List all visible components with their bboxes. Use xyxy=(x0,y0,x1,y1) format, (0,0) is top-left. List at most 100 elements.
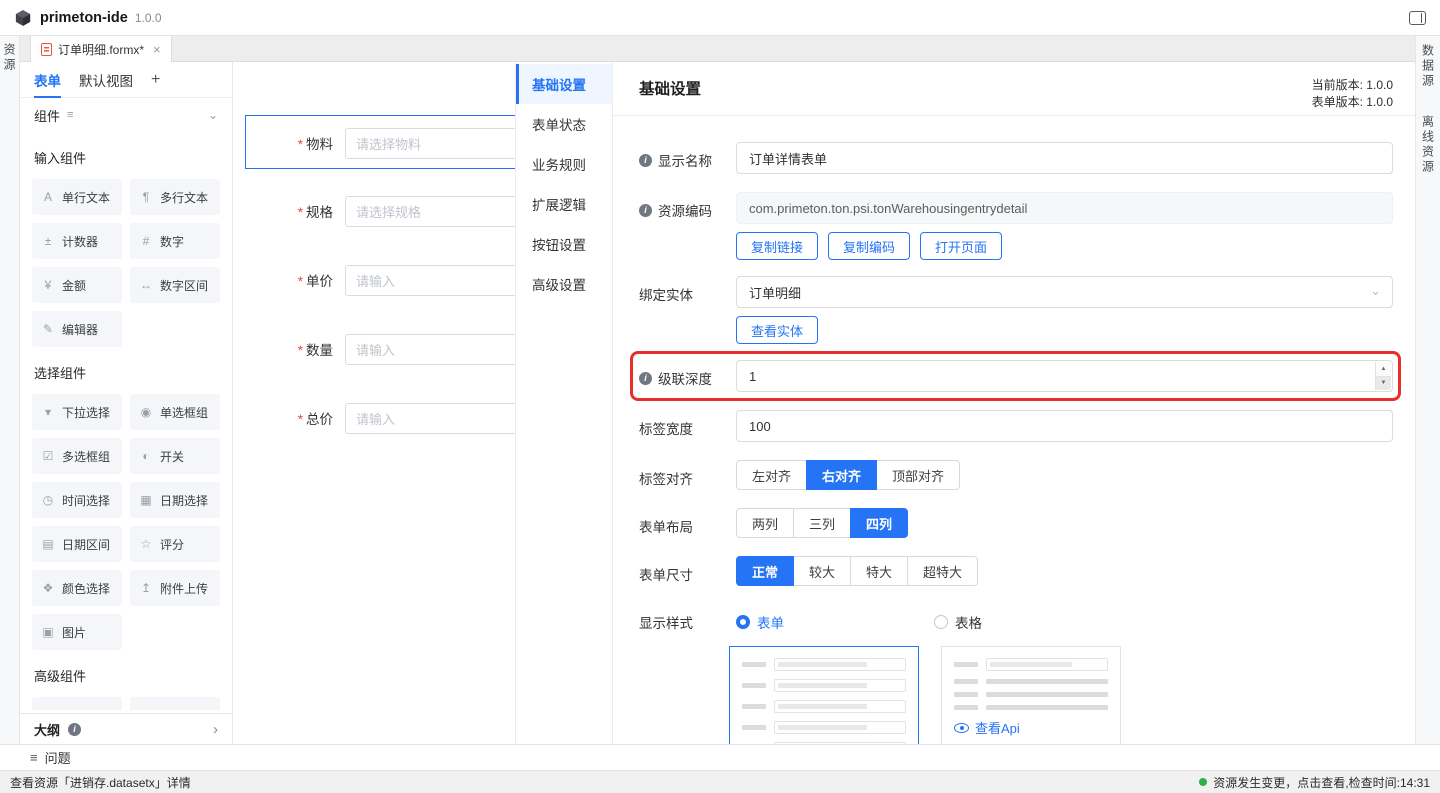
settings-nav-advanced[interactable]: 高级设置 xyxy=(516,264,612,304)
info-icon: i xyxy=(639,154,652,167)
component-color-picker[interactable]: ❖颜色选择 xyxy=(32,570,122,606)
tab-default-view[interactable]: 默认视图 xyxy=(79,62,133,98)
material-select-input[interactable]: 请选择物料 xyxy=(345,128,515,159)
component-number[interactable]: #数字 xyxy=(130,223,220,259)
component-label: 多选框组 xyxy=(62,448,110,465)
open-page-button[interactable]: 打开页面 xyxy=(920,232,1002,260)
table-style-preview[interactable]: 查看Api xyxy=(941,646,1121,744)
label-width-input[interactable]: 100 xyxy=(736,410,1393,442)
size-normal[interactable]: 正常 xyxy=(736,556,794,586)
canvas-field-material[interactable]: *物料 请选择物料 xyxy=(245,127,515,159)
radio-form[interactable]: 表单 xyxy=(736,612,784,632)
display-name-input[interactable]: 订单详情表单 xyxy=(736,142,1393,174)
skeleton-row xyxy=(954,692,1108,697)
form-canvas[interactable]: *物料 请选择物料 *规格 请选择规格 *单价 请输入 *数量 请输入 *总价 … xyxy=(233,62,515,744)
image-icon: ▣ xyxy=(40,625,56,639)
radio-table[interactable]: 表格 xyxy=(934,612,982,632)
size-xlarge[interactable]: 特大 xyxy=(850,556,908,586)
field-label: *规格 xyxy=(245,201,345,221)
skeleton-row xyxy=(742,679,906,692)
size-large[interactable]: 较大 xyxy=(793,556,851,586)
canvas-field-total-price[interactable]: *总价 请输入 xyxy=(245,402,515,434)
setting-row-previews: 查看Api xyxy=(639,644,1393,744)
tab-close-icon[interactable]: × xyxy=(153,42,161,57)
view-entity-button[interactable]: 查看实体 xyxy=(736,316,818,344)
canvas-field-quantity[interactable]: *数量 请输入 xyxy=(245,333,515,365)
form-style-preview[interactable] xyxy=(729,646,919,744)
component-number-range[interactable]: ↔数字区间 xyxy=(130,267,220,303)
component-single-line-text[interactable]: A单行文本 xyxy=(32,179,122,215)
label-align-right[interactable]: 右对齐 xyxy=(806,460,877,490)
component-item-partial[interactable] xyxy=(32,697,122,710)
add-view-button[interactable]: + xyxy=(151,71,160,89)
form-size-group: 正常 较大 特大 超特大 xyxy=(736,556,978,586)
component-attachment-upload[interactable]: ↥附件上传 xyxy=(130,570,220,606)
copy-code-button[interactable]: 复制编码 xyxy=(828,232,910,260)
outline-bar[interactable]: 大纲 i › xyxy=(20,713,232,744)
settings-nav-basic[interactable]: 基础设置 xyxy=(516,64,612,104)
component-multi-line-text[interactable]: ¶多行文本 xyxy=(130,179,220,215)
component-item-partial[interactable] xyxy=(130,697,220,710)
tab-form[interactable]: 表单 xyxy=(34,62,61,98)
label-align-left[interactable]: 左对齐 xyxy=(736,460,807,490)
component-currency[interactable]: ¥金额 xyxy=(32,267,122,303)
offline-resources-vertical-tab[interactable]: 离线资源 xyxy=(1420,115,1437,175)
settings-nav-form-state[interactable]: 表单状态 xyxy=(516,104,612,144)
layout-four-col[interactable]: 四列 xyxy=(850,508,908,538)
component-date-picker[interactable]: ▦日期选择 xyxy=(130,482,220,518)
status-right[interactable]: 资源发生变更，点击查看,检查时间:14:31 xyxy=(1199,774,1430,791)
view-api-label: 查看Api xyxy=(975,718,1020,737)
component-switch[interactable]: ◐开关 xyxy=(130,438,220,474)
resources-vertical-tab[interactable]: 资源 xyxy=(1,43,18,73)
quantity-input[interactable]: 请输入 xyxy=(345,334,515,365)
counter-icon: ± xyxy=(40,234,56,248)
label-align-top[interactable]: 顶部对齐 xyxy=(876,460,960,490)
view-api-link[interactable]: 查看Api xyxy=(954,718,1108,737)
datasource-vertical-tab[interactable]: 数据源 xyxy=(1420,44,1437,89)
canvas-field-spec[interactable]: *规格 请选择规格 xyxy=(245,195,515,227)
component-image[interactable]: ▣图片 xyxy=(32,614,122,650)
settings-nav-business-rules[interactable]: 业务规则 xyxy=(516,144,612,184)
canvas-field-unit-price[interactable]: *单价 请输入 xyxy=(245,264,515,296)
row-label: 标签宽度 xyxy=(639,418,693,438)
component-label: 金额 xyxy=(62,277,86,294)
unit-price-input[interactable]: 请输入 xyxy=(345,265,515,296)
tab-order-detail-formx[interactable]: 订单明细.formx* × xyxy=(30,36,172,62)
component-rating[interactable]: ☆评分 xyxy=(130,526,220,562)
layout-toggle-icon[interactable] xyxy=(1409,11,1426,25)
copy-link-button[interactable]: 复制链接 xyxy=(736,232,818,260)
problems-bar[interactable]: ≡ 问题 xyxy=(0,744,1440,770)
chevron-right-icon[interactable]: › xyxy=(213,721,218,738)
size-xxlarge[interactable]: 超特大 xyxy=(907,556,978,586)
total-price-input[interactable]: 请输入 xyxy=(345,403,515,434)
settings-nav-button-settings[interactable]: 按钮设置 xyxy=(516,224,612,264)
row-head: i 显示名称 xyxy=(639,142,736,170)
component-radio-group[interactable]: ◉单选框组 xyxy=(130,394,220,430)
component-counter[interactable]: ±计数器 xyxy=(32,223,122,259)
component-time-picker[interactable]: ◷时间选择 xyxy=(32,482,122,518)
settings-nav-extend-logic[interactable]: 扩展逻辑 xyxy=(516,184,612,224)
cascade-depth-input[interactable]: 1 ▲ ▼ xyxy=(736,360,1393,392)
component-date-range[interactable]: ▤日期区间 xyxy=(32,526,122,562)
component-label: 数字区间 xyxy=(160,277,208,294)
row-head: 表单尺寸 xyxy=(639,556,736,584)
skeleton-bar xyxy=(986,679,1108,684)
outline-label: 大纲 xyxy=(34,720,60,739)
skeleton-row xyxy=(742,721,906,734)
bound-entity-select[interactable]: 订单明细 ⌄ xyxy=(736,276,1393,308)
status-left-text[interactable]: 查看资源「进销存.datasetx」详情 xyxy=(10,774,191,791)
layout-two-col[interactable]: 两列 xyxy=(736,508,794,538)
collapse-chevron-icon[interactable]: ⌄ xyxy=(208,108,218,122)
multi-line-text-icon: ¶ xyxy=(138,190,154,204)
spec-select-input[interactable]: 请选择规格 xyxy=(345,196,515,227)
spinner-down-icon[interactable]: ▼ xyxy=(1376,376,1391,391)
component-editor[interactable]: ✎编辑器 xyxy=(32,311,122,347)
version-info: 当前版本: 1.0.0 表单版本: 1.0.0 xyxy=(1312,77,1393,112)
component-dropdown-select[interactable]: ▾下拉选择 xyxy=(32,394,122,430)
required-mark: * xyxy=(298,274,303,289)
component-checkbox-group[interactable]: ☑多选框组 xyxy=(32,438,122,474)
spinner-up-icon[interactable]: ▲ xyxy=(1376,362,1391,376)
setting-row-display-style: 显示样式 表单 表格 xyxy=(639,604,1393,632)
layout-three-col[interactable]: 三列 xyxy=(793,508,851,538)
setting-row-form-layout: 表单布局 两列 三列 四列 xyxy=(639,508,1393,538)
